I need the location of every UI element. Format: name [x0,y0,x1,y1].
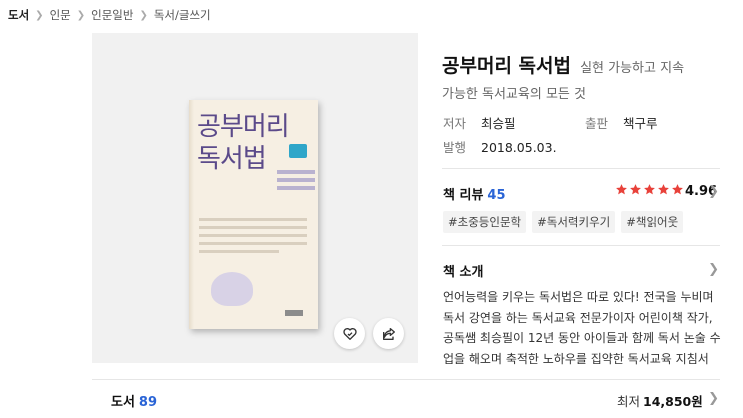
chevron-right-icon[interactable]: ❯ [708,391,719,406]
publisher-name[interactable]: 책구루 [623,116,658,131]
publisher-label: 출판 [585,116,609,131]
star-icon [630,184,641,195]
tag-item[interactable]: #독서력키우기 [532,211,616,233]
divider [442,245,720,246]
divider [442,168,720,169]
book-title: 공부머리 독서법 [442,55,571,77]
like-button[interactable] [334,318,365,349]
open-book-icon [289,144,307,158]
review-count: 45 [487,188,506,203]
breadcrumb-item-books[interactable]: 도서 [8,7,29,23]
cover-subtitle-line [277,170,315,174]
book-cover-area: 공부머리 독서법 [92,33,418,363]
date-row: 발행 2018.05.03. [443,137,557,156]
cover-text-line [199,234,307,237]
price-prefix: 최저 [617,394,641,409]
chevron-right-icon: ❯ [139,9,148,21]
books-label: 도서 [111,395,135,410]
book-cover-image[interactable]: 공부머리 독서법 [189,100,318,329]
books-count: 89 [138,395,158,410]
cover-subtitle-line [277,186,315,190]
chevron-right-icon: ❯ [76,9,86,21]
review-label: 책 리뷰 [443,188,484,203]
breadcrumb: 도서 ❯ 인문 ❯ 인문일반 ❯ 독서/글쓰기 [8,6,211,24]
cover-text-line [199,242,307,245]
cover-subtitle-line [277,178,315,182]
author-row: 저자 최승필 [443,113,516,132]
tag-list: #초중등인문학 #독서력키우기 #책읽어웃 [443,211,684,233]
publisher-logo [285,310,303,316]
share-icon [382,327,395,340]
book-subtitle: 실현 가능하고 지속 [580,61,685,76]
chevron-right-icon[interactable]: ❯ [708,262,719,277]
author-name[interactable]: 최승필 [481,116,516,131]
book-spine [189,100,194,329]
intro-label[interactable]: 책 소개 [443,261,483,280]
star-icon [672,184,683,195]
cover-text-line [199,226,307,229]
heart-icon [342,327,357,340]
breadcrumb-item-humanities[interactable]: 인문 [50,7,71,23]
star-icon [616,184,627,195]
lowest-price: 14,850원 [643,394,703,409]
date-label: 발행 [443,140,467,155]
review-link[interactable]: 책 리뷰 45 [443,184,506,203]
chevron-right-icon[interactable]: ❯ [708,184,719,199]
books-count-link[interactable]: 도서 89 [111,391,157,410]
chevron-right-icon: ❯ [35,9,44,21]
divider [92,379,720,380]
star-icon [658,184,669,195]
tag-item[interactable]: #초중등인문학 [443,211,527,233]
star-icon [644,184,655,195]
book-subtitle-line2: 가능한 독서교육의 모든 것 [442,87,586,102]
lowest-price-link[interactable]: 최저 14,850원 [617,391,703,410]
rating-stars [615,183,684,196]
cover-text-line [199,250,279,253]
cover-text-line [199,218,307,221]
publish-date: 2018.05.03. [481,140,557,155]
breadcrumb-item-reading-writing[interactable]: 독서/글쓰기 [154,7,211,23]
book-title-block: 공부머리 독서법 실현 가능하고 지속 가능한 독서교육의 모든 것 [442,54,732,107]
breadcrumb-item-humanities-general[interactable]: 인문일반 [91,7,133,23]
intro-text: 언어능력을 키우는 독서법은 따로 있다! 전국을 누비며 독서 강연을 하는 … [443,290,721,366]
author-label: 저자 [443,116,467,131]
cover-illustration [211,272,253,306]
share-button[interactable] [373,318,404,349]
cover-title-line2: 독서법 [197,144,267,174]
publisher-row: 출판 책구루 [585,113,658,132]
tag-item[interactable]: #책읽어웃 [621,211,684,233]
